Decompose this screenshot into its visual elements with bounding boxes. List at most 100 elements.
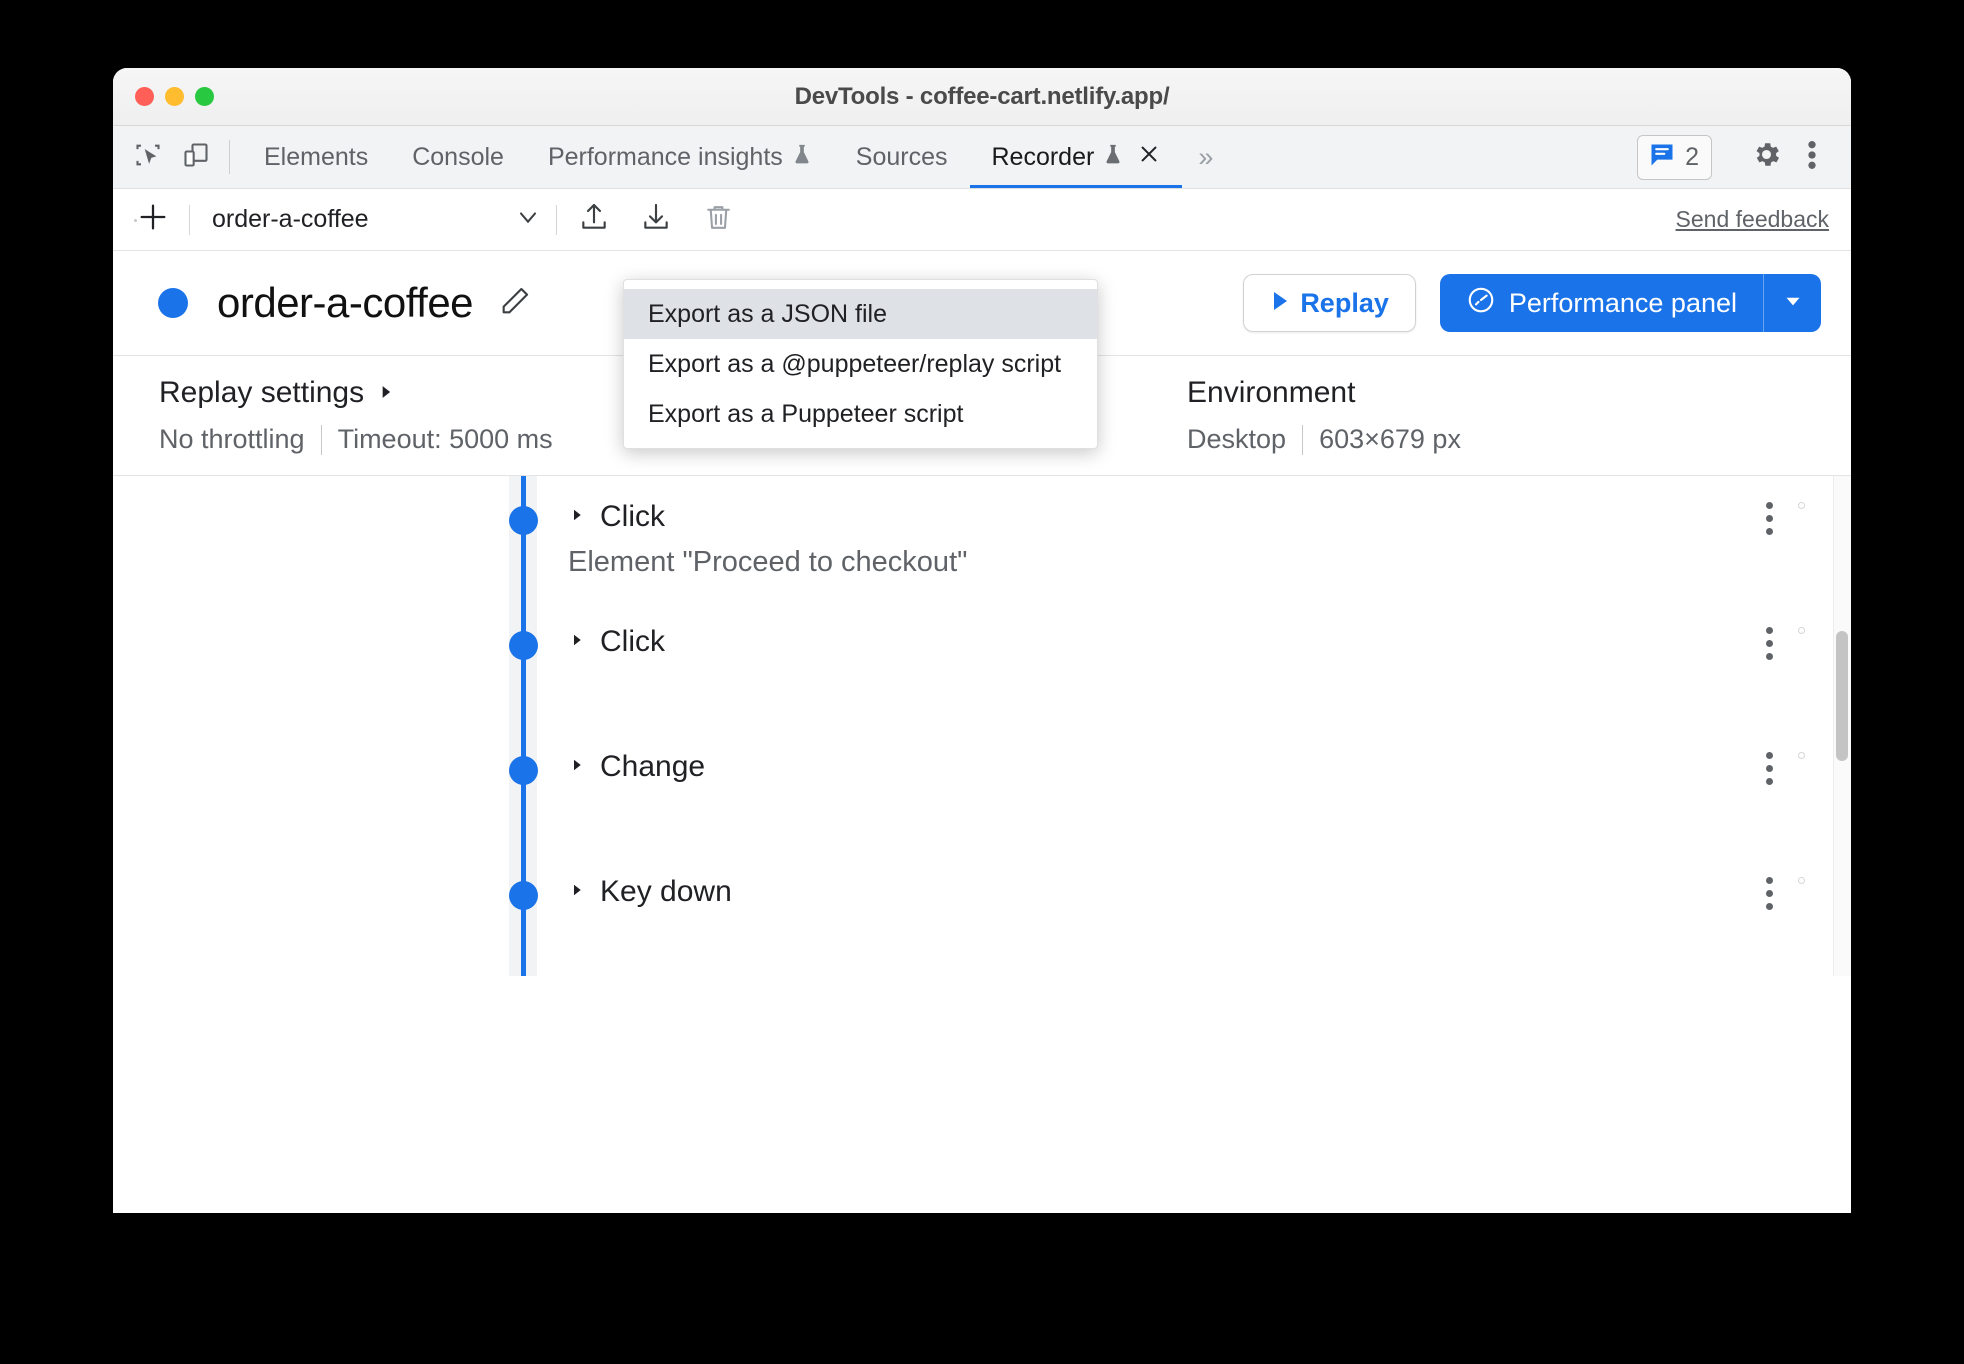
- step-node: [509, 881, 538, 910]
- tab-sources-label: Sources: [855, 142, 948, 171]
- step-title-row[interactable]: Key down: [568, 875, 732, 909]
- send-feedback-link[interactable]: Send feedback: [1676, 206, 1829, 233]
- environment-viewport: 603×679 px: [1319, 424, 1461, 454]
- tab-elements-label: Elements: [264, 142, 369, 171]
- environment-section: Environment Desktop 603×679 px: [1173, 356, 1461, 475]
- recording-header-actions: Replay Performance panel: [1243, 274, 1821, 332]
- step-more-options-icon[interactable]: [1766, 502, 1773, 535]
- replay-settings-title: Replay settings: [159, 376, 365, 409]
- import-recording-button[interactable]: [571, 197, 617, 243]
- replay-button[interactable]: Replay: [1243, 274, 1416, 332]
- expand-step-icon[interactable]: [568, 631, 586, 654]
- more-tabs-button[interactable]: »: [1182, 126, 1226, 188]
- toolbar-divider: [556, 204, 557, 235]
- steps-scrollbar-thumb[interactable]: [1836, 631, 1848, 761]
- steps-scrollbar[interactable]: [1833, 476, 1851, 976]
- step-title-row[interactable]: Click: [568, 500, 967, 534]
- delete-recording-button[interactable]: [695, 197, 741, 243]
- issues-icon: [1648, 141, 1676, 174]
- step-more-options-icon[interactable]: [1766, 877, 1773, 910]
- summary-divider: [1302, 424, 1304, 455]
- tab-console-label: Console: [412, 142, 504, 171]
- environment-title: Environment: [1187, 376, 1356, 409]
- pencil-icon: [498, 287, 532, 322]
- expand-step-icon[interactable]: [568, 756, 586, 779]
- settings-button[interactable]: [1745, 136, 1787, 178]
- step-content: Change: [568, 750, 705, 784]
- inspect-element-icon: [134, 141, 162, 174]
- export-dropdown-menu[interactable]: Export as a JSON file Export as a @puppe…: [623, 279, 1098, 449]
- close-tab-icon[interactable]: [1138, 143, 1160, 172]
- step-breakpoint-icon[interactable]: [1798, 877, 1805, 884]
- step-breakpoint-icon[interactable]: [1798, 752, 1805, 759]
- expand-step-icon[interactable]: [568, 881, 586, 904]
- step-content: Click Element "Proceed to checkout": [568, 500, 967, 579]
- tab-elements[interactable]: Elements: [242, 126, 390, 188]
- tab-bar-right-controls: 2: [1637, 126, 1833, 188]
- create-recording-button[interactable]: [131, 198, 175, 242]
- experiment-flask-icon: [792, 143, 812, 172]
- menu-item-label: Export as a @puppeteer/replay script: [648, 349, 1062, 378]
- devtools-tab-bar: Elements Console Performance insights So…: [113, 126, 1851, 189]
- step-more-options-icon[interactable]: [1766, 627, 1773, 660]
- timeout-value: Timeout: 5000 ms: [337, 424, 553, 454]
- steps-list[interactable]: Click Element "Proceed to checkout" Clic…: [113, 476, 1851, 976]
- chevron-right-icon: [376, 376, 396, 410]
- menu-item-label: Export as a JSON file: [648, 299, 887, 328]
- caret-down-icon: [1780, 288, 1806, 319]
- customize-devtools-button[interactable]: [1791, 136, 1833, 178]
- toolbar-divider: [189, 204, 190, 235]
- step-row[interactable]: Click Element "Proceed to checkout": [113, 476, 1851, 601]
- trash-icon: [703, 202, 734, 238]
- recording-title: order-a-coffee: [217, 279, 474, 326]
- chevron-double-right-icon: »: [1198, 141, 1213, 172]
- tab-recorder[interactable]: Recorder: [969, 126, 1183, 188]
- chevron-down-icon: [514, 203, 542, 236]
- tab-bar-left-icons: [127, 126, 217, 188]
- step-title: Change: [600, 750, 706, 783]
- settings-gear-icon: [1751, 139, 1782, 175]
- inspect-element-button[interactable]: [127, 136, 169, 178]
- tab-console[interactable]: Console: [390, 126, 526, 188]
- performance-panel-group: Performance panel: [1439, 274, 1821, 332]
- performance-panel-button[interactable]: Performance panel: [1439, 274, 1763, 332]
- menu-item-export-puppeteer[interactable]: Export as a Puppeteer script: [624, 389, 1097, 439]
- step-more-options-icon[interactable]: [1766, 752, 1773, 785]
- step-row[interactable]: Key down: [113, 851, 1851, 976]
- tab-performance-insights-label: Performance insights: [547, 142, 783, 171]
- tab-recorder-label: Recorder: [991, 142, 1095, 171]
- step-title-row[interactable]: Change: [568, 750, 705, 784]
- step-node: [509, 631, 538, 660]
- expand-step-icon[interactable]: [568, 506, 586, 529]
- environment-device: Desktop: [1187, 424, 1287, 454]
- step-row[interactable]: Click: [113, 601, 1851, 726]
- menu-item-export-json[interactable]: Export as a JSON file: [624, 289, 1097, 339]
- step-node: [509, 506, 538, 535]
- title-bar: DevTools - coffee-cart.netlify.app/: [113, 68, 1851, 126]
- recording-select[interactable]: order-a-coffee: [212, 203, 542, 236]
- device-toolbar-icon: [182, 141, 210, 174]
- step-breakpoint-icon[interactable]: [1798, 502, 1805, 509]
- tab-performance-insights[interactable]: Performance insights: [526, 126, 834, 188]
- panel-tabs: Elements Console Performance insights So…: [242, 126, 1183, 188]
- window-title: DevTools - coffee-cart.netlify.app/: [794, 82, 1170, 110]
- device-toolbar-button[interactable]: [175, 136, 217, 178]
- download-icon: [640, 201, 672, 238]
- step-row[interactable]: Change: [113, 726, 1851, 851]
- step-title: Key down: [600, 875, 732, 908]
- performance-panel-dropdown-button[interactable]: [1763, 274, 1821, 332]
- step-title-row[interactable]: Click: [568, 625, 665, 659]
- step-detail: Element "Proceed to checkout": [568, 546, 968, 578]
- issues-button[interactable]: 2: [1637, 134, 1712, 180]
- speedometer-icon: [1466, 285, 1496, 322]
- environment-title-row: Environment: [1187, 376, 1461, 410]
- play-icon: [1270, 288, 1290, 319]
- step-breakpoint-icon[interactable]: [1798, 627, 1805, 634]
- experiment-flask-icon: [1103, 143, 1123, 172]
- menu-item-export-puppeteer-replay[interactable]: Export as a @puppeteer/replay script: [624, 339, 1097, 389]
- step-content: Key down: [568, 875, 732, 909]
- tab-sources[interactable]: Sources: [834, 126, 970, 188]
- export-recording-button[interactable]: [633, 197, 679, 243]
- edit-title-button[interactable]: [498, 284, 532, 323]
- menu-item-label: Export as a Puppeteer script: [648, 399, 964, 428]
